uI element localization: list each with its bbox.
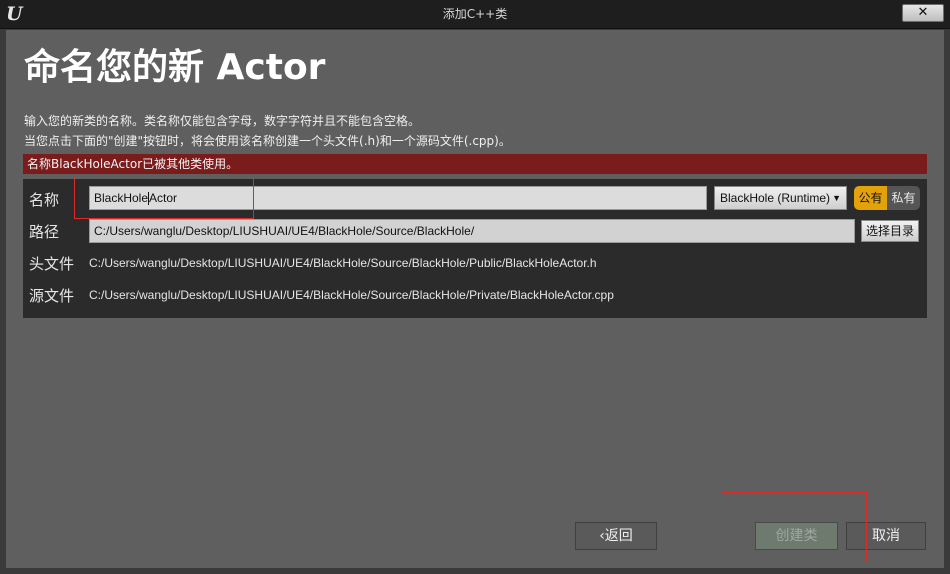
source-file-label: 源文件 (29, 287, 75, 305)
public-toggle[interactable]: 公有 (854, 186, 887, 210)
description-line-1: 输入您的新类的名称。类名称仅能包含字母，数字字符并且不能包含空格。 (24, 114, 421, 128)
dialog-content: 命名您的新 Actor 输入您的新类的名称。类名称仅能包含字母，数字字符并且不能… (6, 30, 944, 568)
annotation-box-create (721, 492, 867, 562)
name-label: 名称 (29, 191, 60, 209)
add-cpp-class-dialog: U 添加C++类 ✕ 命名您的新 Actor 输入您的新类的名称。类名称仅能包含… (0, 0, 950, 574)
window-title: 添加C++类 (442, 7, 508, 21)
back-button[interactable]: ‹返回 (575, 522, 657, 550)
error-message: 名称BlackHoleActor已被其他类使用。 (23, 154, 927, 174)
source-file-path: C:/Users/wanglu/Desktop/LIUSHUAI/UE4/Bla… (89, 288, 614, 302)
page-title: 命名您的新 Actor (24, 47, 326, 88)
path-input[interactable]: C:/Users/wanglu/Desktop/LIUSHUAI/UE4/Bla… (89, 219, 855, 243)
close-button[interactable]: ✕ (902, 4, 944, 22)
module-dropdown[interactable]: BlackHole (Runtime) ▼ (714, 186, 847, 210)
header-file-path: C:/Users/wanglu/Desktop/LIUSHUAI/UE4/Bla… (89, 256, 597, 270)
title-bar[interactable]: U 添加C++类 ✕ (0, 0, 950, 29)
chevron-down-icon: ▼ (832, 193, 841, 203)
module-selected-value: BlackHole (Runtime) (720, 191, 831, 205)
private-toggle[interactable]: 私有 (887, 186, 920, 210)
choose-directory-button[interactable]: 选择目录 (861, 220, 919, 242)
header-file-label: 头文件 (29, 255, 75, 273)
annotation-box-name (74, 177, 254, 219)
description-line-2: 当您点击下面的"创建"按钮时，将会使用该名称创建一个头文件(.h)和一个源码文件… (24, 134, 511, 148)
path-label: 路径 (29, 223, 60, 241)
